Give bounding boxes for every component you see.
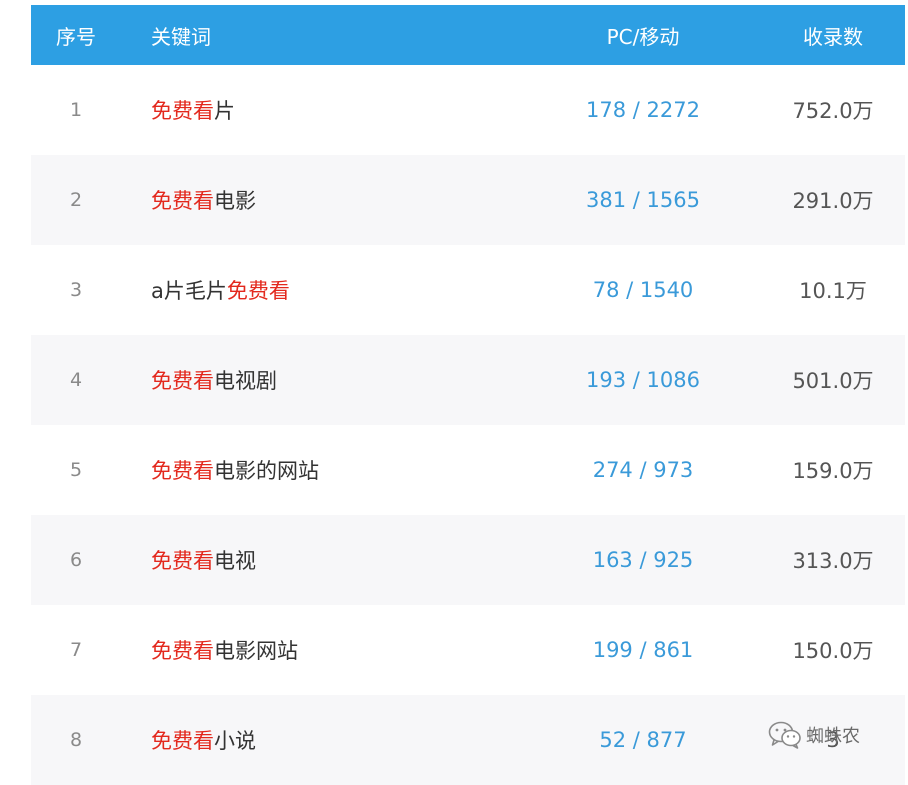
header-pc-mobile: PC/移动 [606, 24, 680, 49]
header-indexed-count: 收录数 [803, 24, 863, 49]
watermark-label: 蜘蛛农 [806, 726, 860, 747]
row-pc-mobile: 78 / 1540 [592, 278, 694, 302]
row-indexed-count: 501.0万 [792, 369, 874, 393]
row-pc-mobile: 274 / 973 [592, 458, 694, 482]
table-row: 2 免费看电影 381 / 1565 291.0万 [31, 155, 905, 245]
keyword-text: a片毛片 [151, 279, 227, 303]
row-keyword[interactable]: 免费看电视剧 [121, 365, 525, 395]
table-header: 序号 关键词 PC/移动 收录数 [31, 5, 905, 65]
row-index: 8 [69, 729, 83, 751]
table-row: 3 a片毛片免费看 78 / 1540 10.1万 [31, 245, 905, 335]
table-row: 1 免费看片 178 / 2272 752.0万 [31, 65, 905, 155]
row-index: 4 [69, 369, 83, 391]
row-keyword[interactable]: 免费看电影的网站 [121, 455, 525, 485]
table-row: 6 免费看电视 163 / 925 313.0万 [31, 515, 905, 605]
row-pc-mobile: 193 / 1086 [586, 368, 700, 392]
table-row: 7 免费看电影网站 199 / 861 150.0万 [31, 605, 905, 695]
row-index: 1 [69, 99, 83, 121]
keyword-text: 电视 [214, 549, 256, 573]
row-indexed-count: 752.0万 [792, 99, 874, 123]
row-indexed-count: 291.0万 [792, 189, 874, 213]
row-keyword[interactable]: 免费看电影 [121, 185, 525, 215]
keyword-text: 电影的网站 [214, 459, 319, 483]
keyword-highlight: 免费看 [226, 279, 290, 303]
keyword-highlight: 免费看 [151, 459, 214, 483]
keyword-text: 片 [214, 99, 235, 123]
watermark: 蜘蛛农 [768, 721, 860, 749]
header-index: 序号 [56, 24, 96, 49]
row-pc-mobile: 381 / 1565 [586, 188, 700, 212]
row-keyword[interactable]: 免费看小说 [121, 725, 525, 755]
keyword-highlight: 免费看 [151, 99, 214, 123]
table-row: 5 免费看电影的网站 274 / 973 159.0万 [31, 425, 905, 515]
row-index: 7 [69, 639, 83, 661]
wechat-icon [768, 721, 801, 749]
row-keyword[interactable]: 免费看电视 [121, 545, 525, 575]
keyword-highlight: 免费看 [151, 189, 214, 213]
keyword-text: 电影网站 [214, 639, 298, 663]
row-pc-mobile: 163 / 925 [592, 548, 694, 572]
row-pc-mobile: 52 / 877 [599, 728, 687, 752]
table-body: 1 免费看片 178 / 2272 752.0万 2 免费看电影 381 / 1565 291… [31, 65, 905, 785]
row-keyword[interactable]: 免费看片 [121, 95, 525, 125]
keyword-highlight: 免费看 [151, 369, 214, 393]
row-pc-mobile: 199 / 861 [592, 638, 694, 662]
keyword-highlight: 免费看 [151, 639, 214, 663]
row-pc-mobile: 178 / 2272 [586, 98, 700, 122]
row-index: 3 [69, 279, 83, 301]
keyword-highlight: 免费看 [151, 549, 214, 573]
table-row: 4 免费看电视剧 193 / 1086 501.0万 [31, 335, 905, 425]
keyword-text: 电视剧 [214, 369, 277, 393]
keyword-table: 序号 关键词 PC/移动 收录数 1 免费看片 178 / 2272 752.0万 2 免… [31, 5, 905, 785]
row-indexed-count: 313.0万 [792, 549, 874, 573]
keyword-text: 电影 [214, 189, 256, 213]
row-indexed-count: 150.0万 [792, 639, 874, 663]
header-keyword: 关键词 [151, 24, 211, 49]
row-index: 2 [69, 189, 83, 211]
row-indexed-count: 159.0万 [792, 459, 874, 483]
row-index: 6 [69, 549, 83, 571]
row-indexed-count: 10.1万 [799, 279, 867, 303]
row-keyword[interactable]: 免费看电影网站 [121, 635, 525, 665]
keyword-text: 小说 [214, 729, 256, 753]
keyword-highlight: 免费看 [151, 729, 214, 753]
row-index: 5 [69, 459, 83, 481]
row-keyword[interactable]: a片毛片免费看 [121, 275, 525, 305]
